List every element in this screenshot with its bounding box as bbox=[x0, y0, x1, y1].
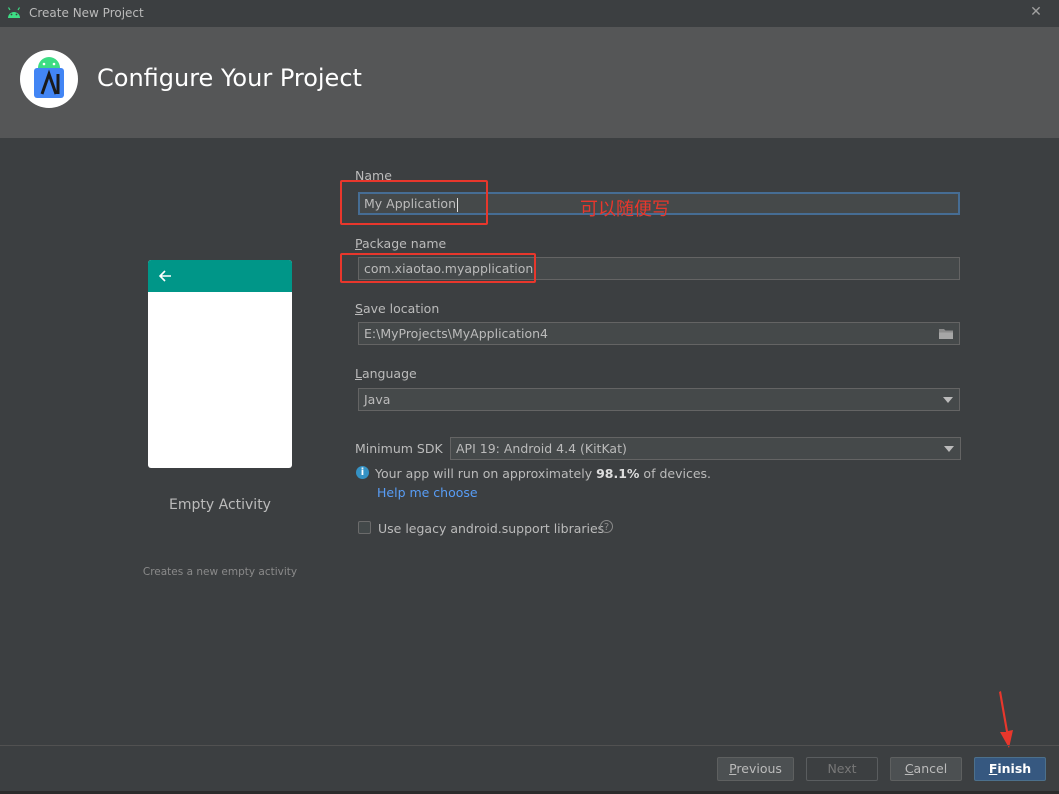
next-button[interactable]: Next bbox=[806, 757, 878, 781]
info-icon: i bbox=[356, 466, 369, 479]
language-label: Language bbox=[355, 366, 417, 381]
red-arrow-annotation bbox=[999, 691, 1013, 748]
folder-icon[interactable] bbox=[938, 327, 954, 340]
package-name-label: Package name bbox=[355, 236, 447, 251]
window-title: Create New Project bbox=[29, 6, 144, 20]
language-select[interactable]: Java bbox=[358, 388, 960, 411]
template-description: Creates a new empty activity bbox=[142, 566, 298, 578]
min-sdk-label: Minimum SDK bbox=[355, 441, 443, 456]
save-location-label: Save location bbox=[355, 301, 440, 316]
cancel-button[interactable]: Cancel bbox=[890, 757, 962, 781]
save-location-input[interactable]: E:\MyProjects\MyApplication4 bbox=[358, 322, 960, 345]
legacy-support-checkbox[interactable] bbox=[358, 521, 371, 534]
title-bar: Create New Project ✕ bbox=[0, 0, 1059, 27]
template-name: Empty Activity bbox=[169, 497, 271, 513]
close-icon[interactable]: ✕ bbox=[1029, 5, 1043, 19]
annotation-box-name bbox=[340, 180, 488, 225]
finish-button[interactable]: Finish bbox=[974, 757, 1046, 781]
chevron-down-icon bbox=[943, 397, 953, 403]
preview-appbar bbox=[148, 260, 292, 292]
android-studio-icon bbox=[20, 50, 78, 108]
arrow-back-icon bbox=[158, 270, 171, 282]
annotation-box-package bbox=[340, 253, 536, 283]
page-title: Configure Your Project bbox=[97, 64, 362, 92]
wizard-header: Configure Your Project bbox=[0, 27, 1059, 138]
device-coverage-text: Your app will run on approximately 98.1%… bbox=[375, 466, 711, 481]
help-question-icon[interactable]: ? bbox=[600, 520, 613, 533]
template-preview bbox=[148, 260, 292, 468]
android-icon bbox=[7, 7, 21, 18]
annotation-text: 可以随便写 bbox=[580, 199, 670, 220]
min-sdk-select[interactable]: API 19: Android 4.4 (KitKat) bbox=[450, 437, 961, 460]
previous-button[interactable]: Previous bbox=[717, 757, 794, 781]
chevron-down-icon bbox=[944, 446, 954, 452]
help-me-choose-link[interactable]: Help me choose bbox=[377, 485, 478, 500]
legacy-support-label[interactable]: Use legacy android.support libraries bbox=[378, 521, 604, 536]
footer-divider bbox=[0, 745, 1059, 746]
